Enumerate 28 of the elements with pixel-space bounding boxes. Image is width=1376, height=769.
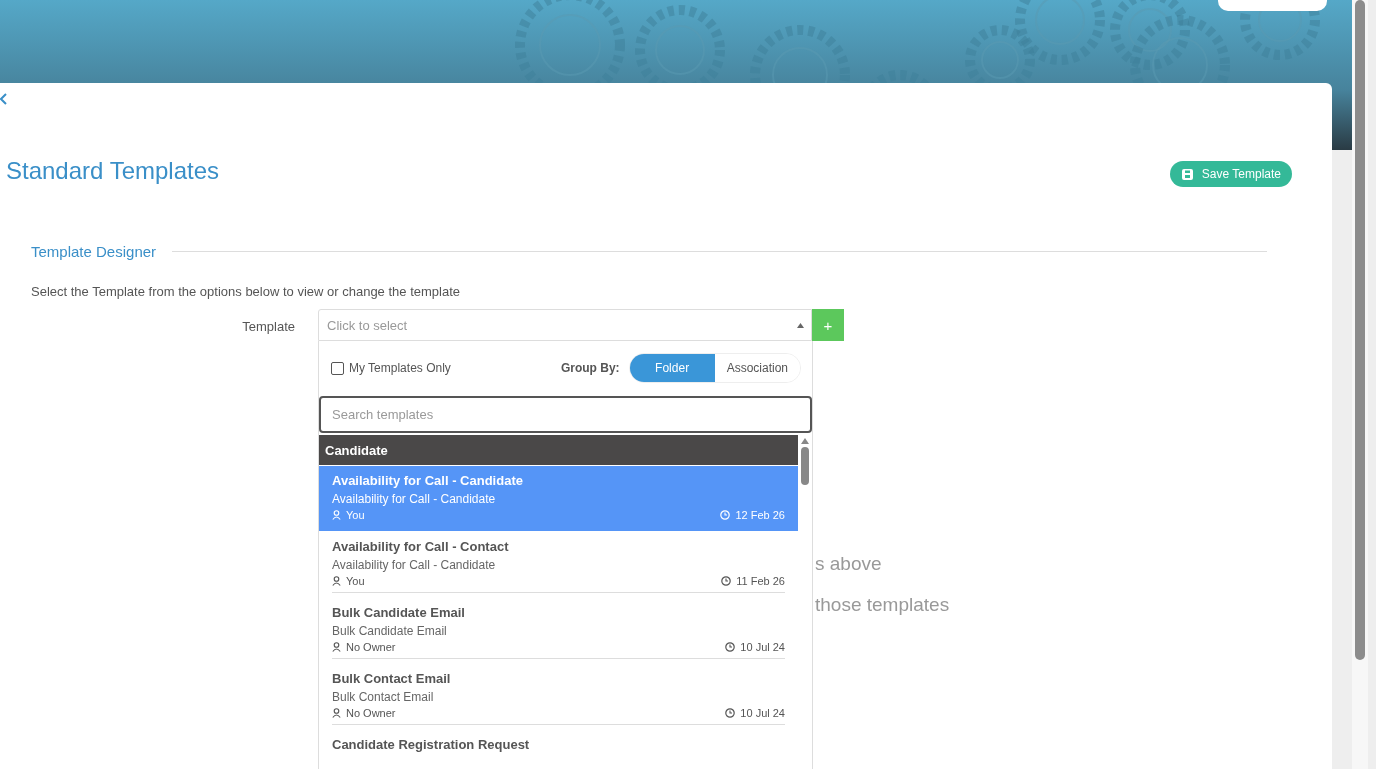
template-item[interactable]: Candidate Registration Request	[319, 729, 798, 769]
person-icon	[332, 510, 341, 520]
group-header: Candidate	[319, 435, 798, 465]
template-item[interactable]: Bulk Candidate Email Bulk Candidate Email No Owner 10 Jul 24	[319, 597, 798, 663]
scrollbar[interactable]	[1352, 0, 1368, 769]
person-icon	[332, 576, 341, 586]
empty-state-text: those templates	[815, 594, 951, 616]
instruction-text: Select the Template from the options below to view or change the template	[31, 284, 461, 299]
clock-icon	[725, 708, 736, 718]
checkbox[interactable]: My Templates Only	[331, 361, 451, 375]
group-by-label: Group By:	[560, 361, 620, 375]
scrollbar-thumb[interactable]	[801, 447, 809, 485]
back-icon[interactable]	[0, 93, 7, 105]
page-title: Standard Templates	[6, 157, 220, 185]
person-icon	[332, 708, 341, 718]
clock-icon	[725, 642, 736, 652]
search-field[interactable]: Search templates	[319, 396, 812, 433]
clock-icon	[720, 510, 731, 520]
person-icon	[332, 642, 341, 652]
save-icon	[1181, 168, 1193, 180]
empty-state-text: s above	[815, 553, 883, 575]
caret-icon	[797, 322, 804, 328]
field-label: Template	[241, 318, 295, 334]
scroll-up-icon[interactable]	[801, 438, 809, 444]
template-item[interactable]: Bulk Contact Email Bulk Contact Email No Owner 10 Jul 24	[319, 663, 798, 729]
clock-icon	[721, 576, 732, 586]
section-title: Template Designer	[31, 243, 157, 260]
template-item[interactable]: Availability for Call - Contact Availability for Call - Candidate You 11 Feb 26	[319, 531, 798, 597]
